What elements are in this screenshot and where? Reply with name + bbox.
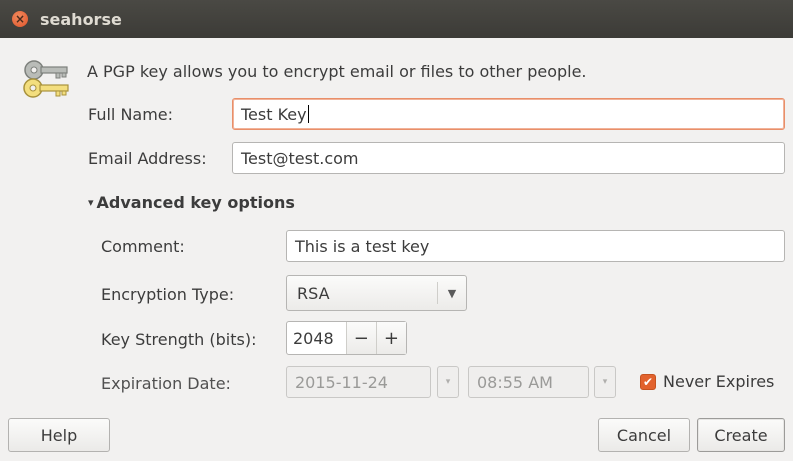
expiration-date-label: Expiration Date: bbox=[101, 374, 231, 393]
comment-label: Comment: bbox=[101, 237, 185, 256]
email-label: Email Address: bbox=[88, 149, 207, 168]
expander-arrow-icon: ▾ bbox=[88, 196, 94, 209]
time-value: 08:55 AM bbox=[477, 372, 553, 392]
window-title: seahorse bbox=[40, 9, 122, 29]
decrement-button[interactable]: − bbox=[345, 322, 376, 354]
never-expires-label[interactable]: Never Expires bbox=[663, 372, 774, 391]
title-bar: × seahorse bbox=[0, 0, 793, 38]
close-icon[interactable]: × bbox=[12, 11, 28, 27]
key-strength-label: Key Strength (bits): bbox=[101, 330, 257, 349]
full-name-value: Test Key bbox=[241, 104, 307, 124]
full-name-field[interactable]: Test Key bbox=[232, 98, 785, 130]
email-field[interactable]: Test@test.com bbox=[232, 142, 785, 174]
date-dropdown-icon[interactable]: ▾ bbox=[437, 366, 459, 398]
email-value: Test@test.com bbox=[241, 148, 359, 168]
intro-text: A PGP key allows you to encrypt email or… bbox=[87, 62, 587, 81]
comment-value: This is a test key bbox=[295, 236, 430, 256]
checkmark-icon: ✔ bbox=[642, 375, 654, 389]
comment-field[interactable]: This is a test key bbox=[286, 230, 785, 262]
key-strength-value: 2048 bbox=[293, 328, 334, 348]
dropdown-arrow-icon: ▼ bbox=[447, 286, 457, 300]
key-icon bbox=[20, 54, 74, 108]
time-field[interactable]: 08:55 AM bbox=[468, 366, 589, 398]
time-dropdown-icon[interactable]: ▾ bbox=[594, 366, 616, 398]
encryption-type-select[interactable]: RSA ▼ bbox=[286, 275, 467, 311]
advanced-options-label: Advanced key options bbox=[96, 193, 295, 212]
create-button[interactable]: Create bbox=[697, 418, 785, 452]
seahorse-dialog: × seahorse A PGP key allows you to encry… bbox=[0, 0, 793, 461]
full-name-label: Full Name: bbox=[88, 105, 174, 124]
help-button[interactable]: Help bbox=[8, 418, 110, 452]
encryption-type-label: Encryption Type: bbox=[101, 285, 235, 304]
never-expires-checkbox[interactable]: ✔ bbox=[640, 374, 656, 390]
cancel-button[interactable]: Cancel bbox=[598, 418, 690, 452]
advanced-options-expander[interactable]: ▾ Advanced key options bbox=[88, 193, 295, 212]
increment-button[interactable]: + bbox=[375, 322, 407, 354]
encryption-type-value: RSA bbox=[297, 283, 330, 303]
text-cursor bbox=[307, 105, 309, 123]
date-field[interactable]: 2015-11-24 bbox=[286, 366, 431, 398]
date-value: 2015-11-24 bbox=[295, 372, 388, 392]
key-strength-stepper[interactable]: 2048 − + bbox=[286, 321, 407, 355]
